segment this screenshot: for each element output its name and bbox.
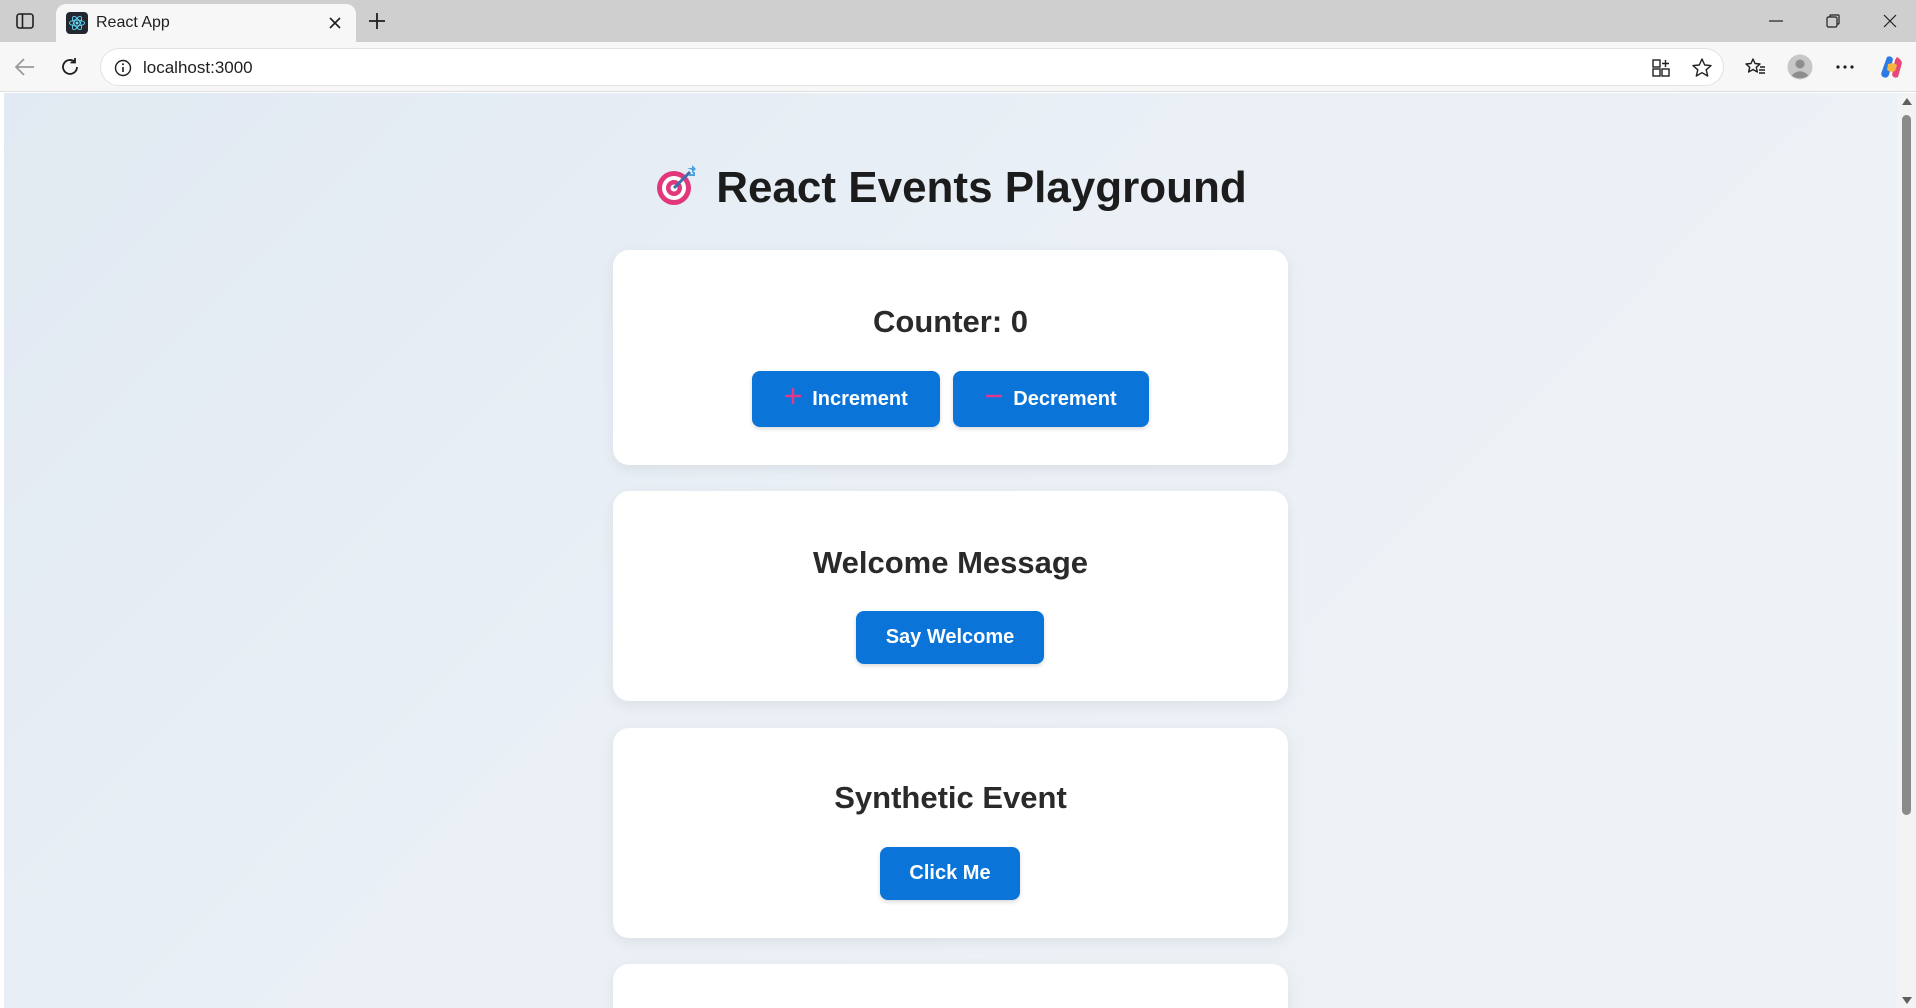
minus-icon (985, 387, 1003, 411)
increment-label: Increment (812, 387, 908, 410)
url-text[interactable]: localhost:3000 (143, 58, 253, 78)
decrement-button[interactable]: Decrement (953, 371, 1149, 427)
click-me-button[interactable]: Click Me (880, 847, 1020, 900)
address-bar-row: localhost:3000 (0, 42, 1916, 92)
site-info-icon[interactable] (113, 58, 133, 78)
refresh-icon[interactable] (55, 53, 85, 81)
copilot-icon[interactable] (1877, 53, 1907, 81)
close-tab-icon[interactable] (324, 12, 346, 34)
target-icon (654, 164, 698, 213)
url-box[interactable]: localhost:3000 (100, 48, 1724, 86)
restore-icon[interactable] (1813, 8, 1853, 34)
back-arrow-icon[interactable] (10, 53, 40, 81)
next-card (613, 964, 1288, 1008)
scroll-up-icon[interactable] (1902, 98, 1912, 105)
profile-avatar[interactable] (1785, 53, 1815, 81)
say-welcome-button[interactable]: Say Welcome (856, 611, 1044, 664)
tab-bar: React App (0, 0, 1916, 42)
page-title: React Events Playground (716, 163, 1247, 212)
decrement-label: Decrement (1013, 387, 1117, 410)
sidebar-toggle-icon[interactable] (12, 9, 38, 33)
app-available-icon[interactable] (1649, 57, 1673, 79)
minimize-icon[interactable] (1756, 8, 1796, 34)
scroll-thumb[interactable] (1902, 115, 1911, 815)
synthetic-event-title: Synthetic Event (834, 780, 1067, 815)
synthetic-event-card: Synthetic Event Click Me (613, 728, 1288, 938)
page-viewport: React Events Playground Counter: 0 Incre… (4, 93, 1897, 1008)
scroll-down-icon[interactable] (1902, 997, 1912, 1004)
welcome-title: Welcome Message (812, 545, 1089, 580)
counter-card: Counter: 0 Increment Decrement (613, 250, 1288, 465)
tab-title: React App (96, 14, 170, 31)
plus-icon (784, 387, 802, 411)
favorites-icon[interactable] (1740, 53, 1770, 81)
page-scrollbar[interactable] (1897, 93, 1916, 1008)
welcome-card: Welcome Message Say Welcome (613, 491, 1288, 701)
more-options-icon[interactable] (1830, 53, 1860, 81)
react-icon (66, 12, 88, 34)
new-tab-icon[interactable] (364, 8, 390, 34)
close-window-icon[interactable] (1870, 8, 1910, 34)
increment-button[interactable]: Increment (752, 371, 940, 427)
counter-title: Counter: 0 (873, 304, 1028, 339)
browser-tab[interactable]: React App (56, 4, 356, 42)
page-heading: React Events Playground (4, 163, 1897, 213)
favorite-star-icon[interactable] (1690, 57, 1714, 79)
